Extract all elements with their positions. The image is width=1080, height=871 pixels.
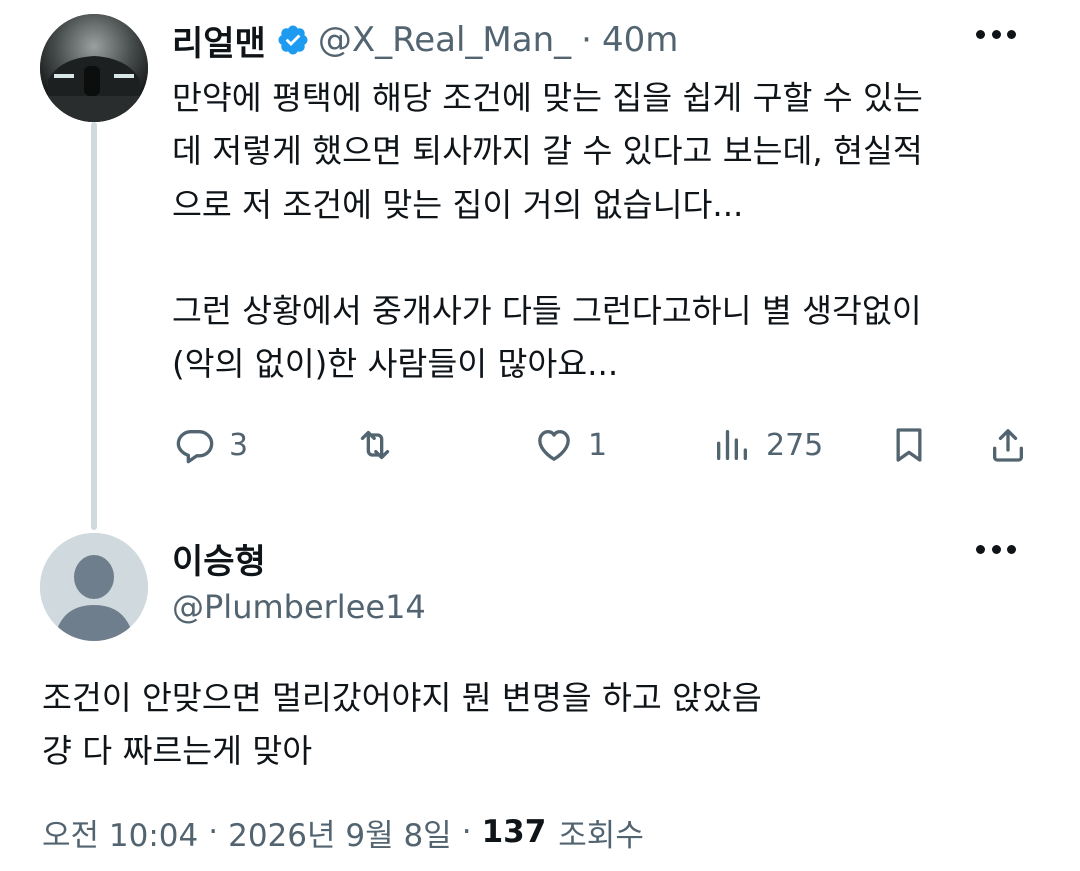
view-count: 275 — [766, 427, 824, 463]
tweet-text-line: 으로 저 조건에 맞는 집이 거의 없습니다... — [172, 185, 744, 224]
tweet-meta: 오전 10:04 · 2026년 9월 8일 · 137 조회수 — [42, 806, 644, 858]
avatar[interactable] — [40, 14, 148, 122]
user-handle[interactable]: @Plumberlee14 — [172, 588, 426, 626]
reply-count: 3 — [229, 427, 249, 463]
bookmark-icon — [896, 428, 922, 462]
tweet-text-line: (악의 없이)한 사람들이 많아요... — [172, 345, 619, 384]
reply-text: 조건이 안맞으면 멀리갔어야지 뭔 변명을 하고 앉았음 걍 다 짜르는게 맞아 — [42, 672, 1042, 778]
default-avatar-icon — [40, 533, 148, 641]
views-icon — [717, 430, 747, 460]
more-icon[interactable] — [976, 30, 1016, 42]
tweet-text-line: 데 저렇게 했으면 퇴사까지 갈 수 있다고 보는데, 현실적 — [172, 132, 923, 171]
tweet-time[interactable]: 40m — [602, 20, 678, 60]
separator-dot: · — [461, 814, 472, 850]
reply-text-line: 걍 다 짜르는게 맞아 — [42, 732, 313, 770]
separator-dot: · — [581, 20, 592, 60]
views-count: 137 — [481, 814, 547, 850]
tweet-actions: 3 1 275 — [0, 418, 1080, 472]
views-button[interactable]: 275 — [712, 418, 823, 472]
like-button[interactable]: 1 — [534, 418, 607, 472]
separator-dot: · — [208, 814, 219, 850]
paragraph-break — [172, 232, 1052, 285]
reply-text-line: 조건이 안맞으면 멀리갔어야지 뭔 변명을 하고 앉았음 — [42, 679, 762, 717]
car-photo-avatar — [40, 14, 148, 122]
tweet-thread: 리얼맨 @X_Real_Man_ · 40m 만약에 평택에 해당 조건에 맞는… — [0, 0, 1080, 871]
more-icon[interactable] — [976, 545, 1016, 557]
tweet-text-line: 만약에 평택에 해당 조건에 맞는 집을 쉽게 구할 수 있는 — [172, 79, 923, 117]
verified-badge-icon — [278, 25, 308, 55]
post-date[interactable]: 2026년 9월 8일 — [228, 810, 452, 855]
user-handle[interactable]: @X_Real_Man_ — [318, 20, 571, 60]
reply-button[interactable]: 3 — [175, 418, 248, 472]
retweet-button[interactable] — [355, 418, 409, 472]
display-name[interactable]: 리얼맨 — [172, 16, 266, 65]
retweet-icon — [360, 430, 390, 460]
views-label: 조회수 — [558, 817, 644, 854]
share-button[interactable] — [988, 418, 1028, 472]
tweet-text-line: 그런 상황에서 중개사가 다들 그런다고하니 별 생각없이 — [172, 292, 922, 331]
reply-icon — [176, 430, 214, 464]
bookmark-button[interactable] — [889, 418, 929, 472]
share-icon — [993, 429, 1023, 462]
tweet-text: 만약에 평택에 해당 조건에 맞는 집을 쉽게 구할 수 있는 데 저렇게 했으… — [172, 72, 1052, 392]
avatar[interactable] — [40, 533, 148, 641]
display-name[interactable]: 이승형 — [172, 534, 266, 583]
like-icon — [538, 430, 570, 461]
like-count: 1 — [588, 427, 608, 463]
post-time[interactable]: 오전 10:04 — [42, 810, 198, 855]
tweet-header: 리얼맨 @X_Real_Man_ · 40m — [172, 16, 678, 64]
